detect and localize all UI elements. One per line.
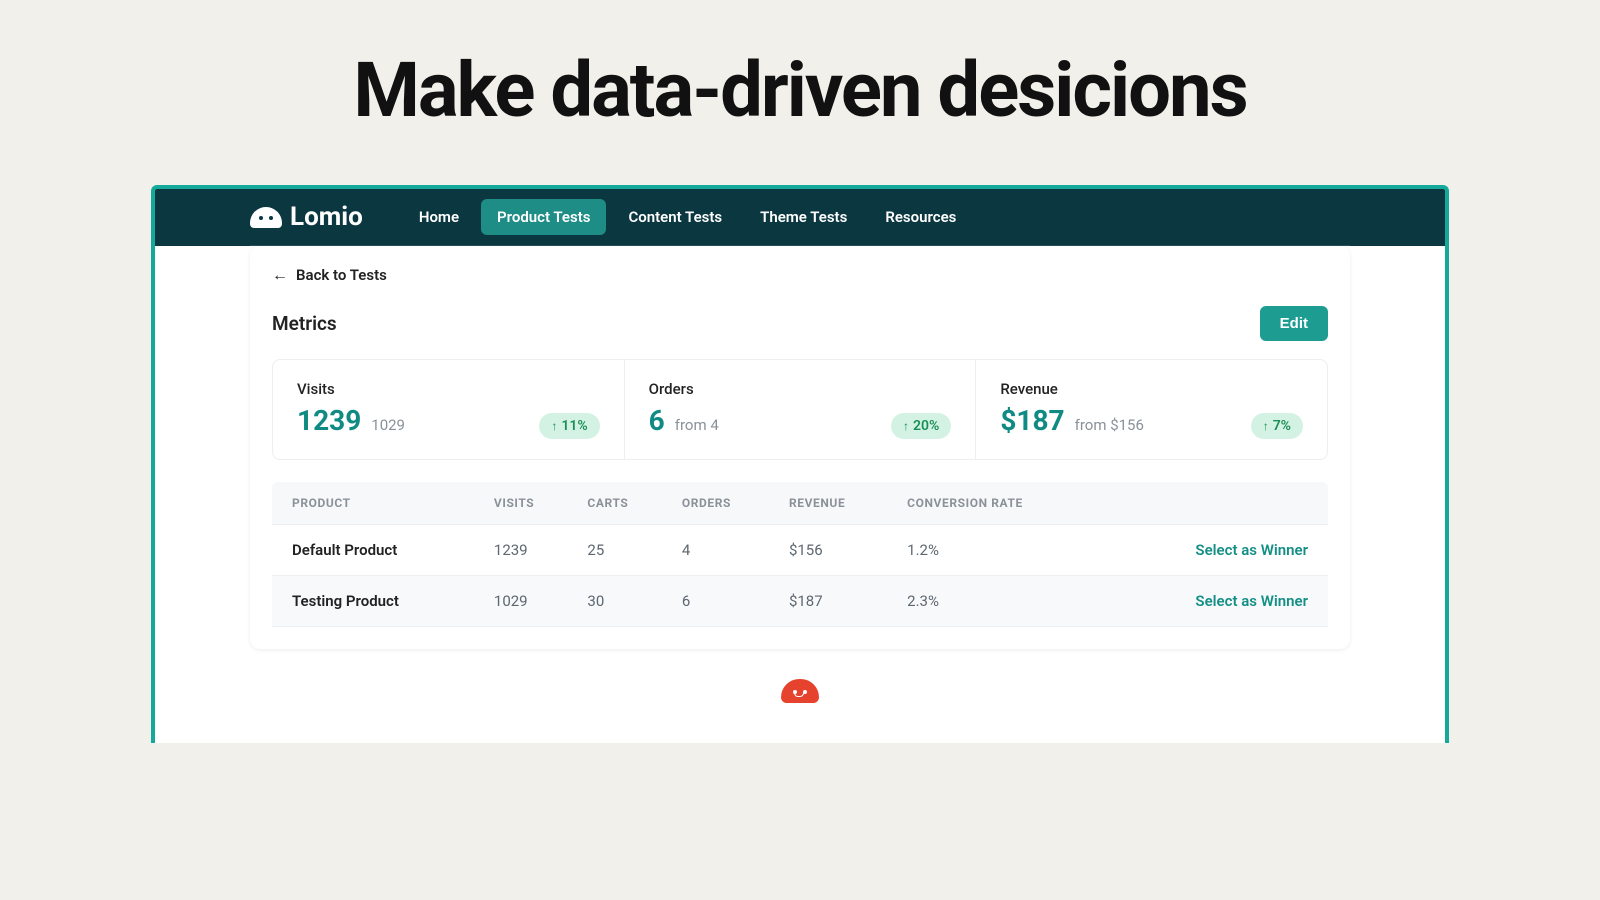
arrow-up-icon: ↑ <box>903 419 909 433</box>
col-product: PRODUCT <box>272 482 484 525</box>
cell-visits: 1239 <box>484 525 578 576</box>
footer-logo-icon <box>781 679 819 703</box>
stat-revenue: Revenue $187 from $156 ↑ 7% <box>976 360 1327 459</box>
stat-value: $187 <box>1000 404 1064 437</box>
cell-visits: 1029 <box>484 576 578 627</box>
cell-orders: 4 <box>672 525 779 576</box>
stat-label: Revenue <box>1000 380 1303 398</box>
back-label: Back to Tests <box>296 266 387 284</box>
stat-value: 6 <box>649 404 665 437</box>
stat-delta-badge: ↑ 20% <box>891 413 951 439</box>
col-visits: VISITS <box>484 482 578 525</box>
stat-label: Visits <box>297 380 600 398</box>
col-action <box>1107 482 1328 525</box>
col-conv: CONVERSION RATE <box>897 482 1107 525</box>
edit-button[interactable]: Edit <box>1260 306 1328 341</box>
cell-conv: 2.3% <box>897 576 1107 627</box>
stat-delta: 7% <box>1273 418 1291 434</box>
stat-delta: 20% <box>913 418 939 434</box>
table-row: Default Product 1239 25 4 $156 1.2% Sele… <box>272 525 1328 576</box>
stat-delta-badge: ↑ 7% <box>1251 413 1303 439</box>
stat-label: Orders <box>649 380 952 398</box>
arrow-up-icon: ↑ <box>551 419 557 433</box>
nav-bar: Lomio Home Product Tests Content Tests T… <box>250 189 1350 246</box>
select-winner-link[interactable]: Select as Winner <box>1195 541 1308 559</box>
nav-home[interactable]: Home <box>403 199 475 235</box>
back-to-tests-link[interactable]: ← Back to Tests <box>272 266 1328 284</box>
stat-delta: 11% <box>561 418 587 434</box>
cell-carts: 30 <box>577 576 671 627</box>
app-window: Lomio Home Product Tests Content Tests T… <box>151 185 1449 743</box>
cell-orders: 6 <box>672 576 779 627</box>
cell-revenue: $156 <box>779 525 897 576</box>
stat-sub: 1029 <box>371 416 405 434</box>
nav-items: Home Product Tests Content Tests Theme T… <box>403 199 973 235</box>
stat-value: 1239 <box>297 404 361 437</box>
col-revenue: REVENUE <box>779 482 897 525</box>
cell-product: Default Product <box>272 525 484 576</box>
cell-product: Testing Product <box>272 576 484 627</box>
cell-revenue: $187 <box>779 576 897 627</box>
metrics-heading: Metrics <box>272 312 337 335</box>
nav-theme-tests[interactable]: Theme Tests <box>744 199 863 235</box>
arrow-up-icon: ↑ <box>1263 419 1269 433</box>
select-winner-link[interactable]: Select as Winner <box>1195 592 1308 610</box>
stat-visits: Visits 1239 1029 ↑ 11% <box>273 360 625 459</box>
cell-carts: 25 <box>577 525 671 576</box>
nav-product-tests[interactable]: Product Tests <box>481 199 606 235</box>
stat-delta-badge: ↑ 11% <box>539 413 599 439</box>
stat-sub: from 4 <box>675 416 719 434</box>
stat-orders: Orders 6 from 4 ↑ 20% <box>625 360 977 459</box>
table-row: Testing Product 1029 30 6 $187 2.3% Sele… <box>272 576 1328 627</box>
col-carts: CARTS <box>577 482 671 525</box>
nav-content-tests[interactable]: Content Tests <box>612 199 738 235</box>
stat-sub: from $156 <box>1075 416 1144 434</box>
arrow-left-icon: ← <box>272 267 288 283</box>
results-table: PRODUCT VISITS CARTS ORDERS REVENUE CONV… <box>272 482 1328 627</box>
results-table-wrap: PRODUCT VISITS CARTS ORDERS REVENUE CONV… <box>250 482 1350 649</box>
lomio-icon <box>250 207 282 228</box>
hero-title: Make data-driven desicions <box>0 0 1600 135</box>
cell-conv: 1.2% <box>897 525 1107 576</box>
brand-name: Lomio <box>290 202 363 232</box>
brand-logo[interactable]: Lomio <box>250 202 363 232</box>
col-orders: ORDERS <box>672 482 779 525</box>
stats-grid: Visits 1239 1029 ↑ 11% <box>272 359 1328 460</box>
nav-resources[interactable]: Resources <box>869 199 972 235</box>
